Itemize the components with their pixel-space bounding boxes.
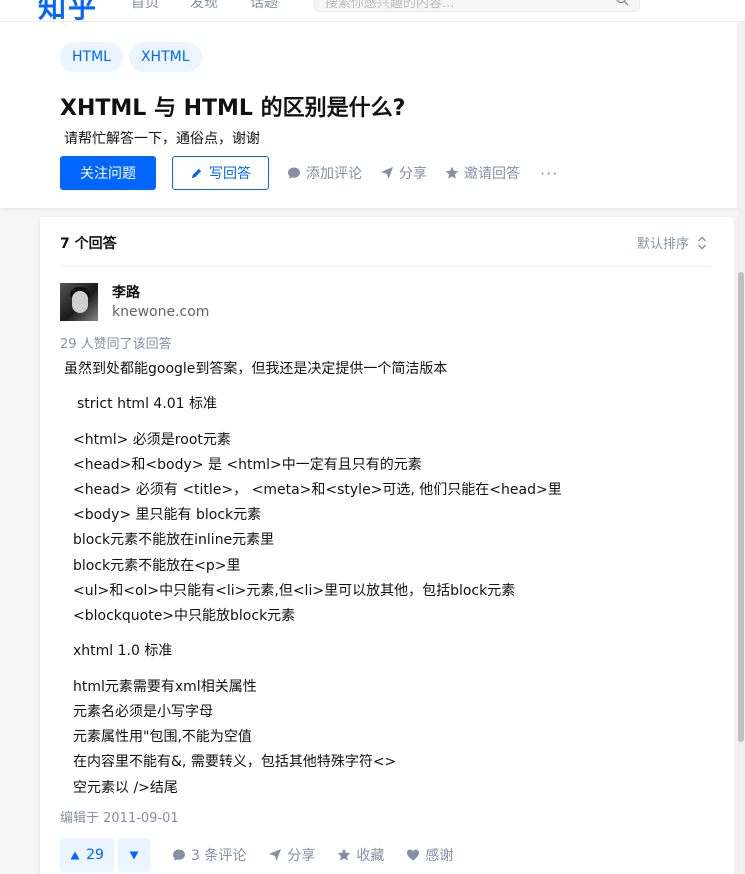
answer-line: html元素需要有xml相关属性	[73, 679, 257, 695]
question-actions: 关注问题 写回答 添加评论 分享 邀请回答 ···	[60, 156, 558, 190]
invite-answer-label: 邀请回答	[464, 166, 520, 182]
question-detail: 请帮忙解答一下，通俗点，谢谢	[64, 131, 260, 147]
nav-topics[interactable]: 话题	[250, 0, 278, 12]
comments-label: 3 条评论	[191, 848, 247, 864]
vote-count: 29	[86, 847, 104, 863]
answer-line: block元素不能放在<p>里	[73, 558, 241, 574]
sort-chevron-icon	[698, 236, 706, 249]
invite-answer-button[interactable]: 邀请回答	[445, 163, 520, 183]
answer-heading: strict html 4.01 标准	[77, 396, 218, 412]
answer-actions: 29 3 条评论 分享 收藏 感谢	[60, 838, 453, 872]
sort-label: 默认排序	[636, 237, 689, 252]
nav-home[interactable]: 首页	[131, 0, 159, 12]
answer-line: <blockquote>中只能放block元素	[73, 608, 296, 624]
write-answer-label: 写回答	[209, 166, 251, 182]
sort-dropdown[interactable]: 默认排序	[637, 233, 707, 252]
pencil-icon	[191, 168, 202, 178]
scrollbar-thumb[interactable]	[738, 272, 744, 742]
share-icon	[381, 167, 393, 179]
answer-count: 7 个回答	[60, 236, 117, 252]
answer-line: <head> 必须有 <title>， <meta>和<style>可选, 他们…	[73, 482, 562, 498]
collect-button[interactable]: 收藏	[337, 845, 384, 865]
top-navbar: 知乎 首页 发现 话题 搜索你感兴趣的内容...	[0, 0, 745, 22]
topic-tag[interactable]: HTML	[60, 42, 123, 72]
thanks-label: 感谢	[425, 848, 454, 864]
answer-heading: xhtml 1.0 标准	[73, 643, 173, 659]
follow-question-button[interactable]: 关注问题	[60, 156, 156, 190]
answer-line: 元素属性用"包围,不能为空值	[73, 729, 252, 745]
author-name[interactable]: 李路	[112, 283, 209, 303]
search-placeholder: 搜索你感兴趣的内容...	[325, 0, 455, 11]
page-scrollbar[interactable]	[737, 22, 745, 874]
answer-line: 空元素以 />结尾	[73, 780, 178, 796]
share-icon	[269, 849, 282, 861]
answer-line: <head>和<body> 是 <html>中一定有且只有的元素	[73, 457, 422, 473]
comments-button[interactable]: 3 条评论	[172, 845, 246, 865]
answer-line: 在内容里不能有&, 需要转义，包括其他特殊字符<>	[73, 754, 397, 770]
share-button[interactable]: 分享	[380, 163, 427, 183]
heart-icon	[407, 849, 420, 861]
search-input[interactable]: 搜索你感兴趣的内容...	[314, 0, 640, 12]
comment-icon	[288, 167, 300, 179]
search-icon[interactable]	[615, 0, 629, 6]
write-answer-button[interactable]: 写回答	[172, 156, 269, 190]
answer-line: 元素名必须是小写字母	[73, 704, 213, 720]
triangle-down-icon	[129, 851, 139, 859]
answer-line: <body> 里只能有 block元素	[73, 507, 262, 523]
triangle-up-icon	[70, 851, 80, 859]
star-icon	[338, 848, 351, 861]
comment-icon	[173, 849, 185, 861]
nav-discover[interactable]: 发现	[190, 0, 218, 12]
add-comment-label: 添加评论	[306, 166, 362, 182]
star-icon	[445, 166, 459, 179]
answer-list-card: 7 个回答 默认排序 李路 knewone.com 29 人赞同了该回答 虽然到…	[40, 217, 734, 874]
share-label: 分享	[399, 166, 427, 182]
author-bio: knewone.com	[112, 304, 210, 320]
answer-line: <html> 必须是root元素	[73, 432, 231, 448]
answer-share-button[interactable]: 分享	[268, 845, 315, 865]
answer-author: 李路 knewone.com	[60, 283, 209, 321]
downvote-button[interactable]	[118, 838, 150, 872]
question-header: HTML XHTML XHTML 与 HTML 的区别是什么? 请帮忙解答一下，…	[0, 22, 745, 208]
answer-line: block元素不能放在inline元素里	[73, 532, 275, 548]
avatar[interactable]	[60, 283, 98, 321]
zhihu-logo[interactable]: 知乎	[38, 0, 98, 21]
thanks-button[interactable]: 感谢	[406, 845, 453, 865]
answer-share-label: 分享	[287, 848, 316, 864]
topic-tags: HTML XHTML	[60, 42, 202, 72]
author-info: 李路 knewone.com	[112, 283, 209, 321]
upvote-button[interactable]: 29	[60, 838, 114, 872]
answer-paragraph: 虽然到处都能google到答案，但我还是决定提供一个简洁版本	[64, 361, 448, 377]
answer-list-header: 7 个回答 默认排序	[60, 217, 711, 267]
more-options-icon[interactable]: ···	[540, 164, 558, 183]
add-comment-button[interactable]: 添加评论	[287, 163, 362, 183]
edited-date[interactable]: 编辑于 2011-09-01	[60, 807, 179, 826]
answer-line: <ul>和<ol>中只能有<li>元素,但<li>里可以放其他，包括block元…	[73, 583, 516, 599]
question-title: XHTML 与 HTML 的区别是什么?	[60, 96, 406, 121]
collect-label: 收藏	[356, 848, 385, 864]
topic-tag[interactable]: XHTML	[128, 42, 202, 72]
upvote-summary[interactable]: 29 人赞同了该回答	[60, 333, 172, 352]
